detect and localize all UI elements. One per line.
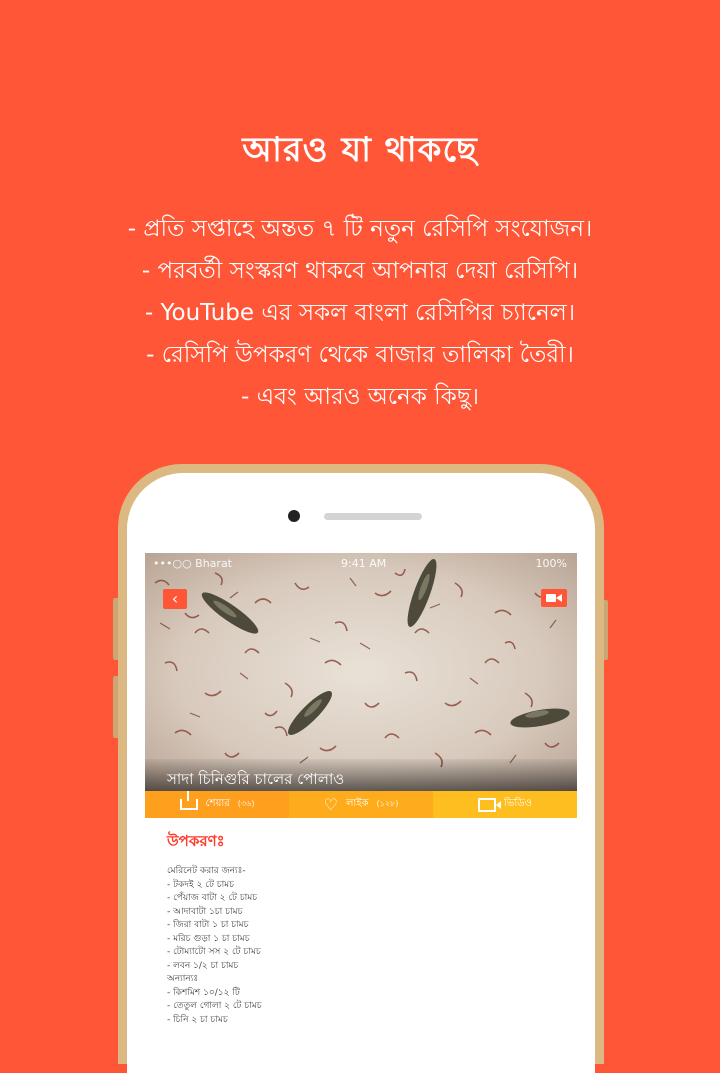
ingredient-item: - জিরা বাটা ১ চা চামচ xyxy=(167,920,249,930)
ingredient-item: - আদাবাটা ১চা চামচ xyxy=(167,906,243,917)
like-label: লাইক xyxy=(345,798,369,809)
feature-item: - পরবর্তী সংস্করণ থাকবে আপনার দেয়া রেসি… xyxy=(141,258,579,284)
ingredient-item: - চিনি ২ চা চামচ xyxy=(167,1014,228,1025)
phone-screen: •••○○ Bharat 9:41 AM 100% ‹ সাদা চিনিগুর… xyxy=(145,553,577,1033)
share-button[interactable]: শেয়ার (৩৬) xyxy=(145,791,289,818)
ingredient-item: - লবন ১/২ চা চামচ xyxy=(167,960,239,971)
chevron-left-icon: ‹ xyxy=(171,589,179,608)
share-count: (৩৬) xyxy=(237,799,255,808)
recipe-title: সাদা চিনিগুরি চালের পোলাও xyxy=(145,759,577,791)
ingredients-section: উপকরণঃ মেরিনেট করার জন্যঃ- - টকদই ২ টে চ… xyxy=(145,818,577,1033)
video-label: ভিডিও xyxy=(504,798,532,809)
video-action-button[interactable]: ভিডিও xyxy=(433,791,577,818)
heart-icon: ♡ xyxy=(323,794,338,814)
video-icon xyxy=(478,797,502,812)
feature-list: - প্রতি সপ্তাহে অন্তত ৭ টি নতুন রেসিপি স… xyxy=(0,208,720,418)
ingredient-item: - টকদই ২ টে চামচ xyxy=(167,879,235,890)
front-camera xyxy=(288,510,300,522)
headline: আরও যা থাকছে xyxy=(242,130,478,170)
ingredient-item: - তেতুল গোলা ২ টে চামচ xyxy=(167,1001,262,1011)
battery-label: 100% xyxy=(535,557,567,570)
like-button[interactable]: ♡ লাইক (১২৮) xyxy=(289,791,433,818)
ingredients-title: উপকরণঃ xyxy=(167,832,225,850)
status-bar: •••○○ Bharat 9:41 AM 100% xyxy=(145,553,577,575)
action-bar: শেয়ার (৩৬) ♡ লাইক (১২৮) ভিডিও xyxy=(145,791,577,818)
video-button[interactable] xyxy=(541,589,567,607)
ingredient-item: - কিশমিশ ১০/১২ টি xyxy=(167,987,240,998)
pulao-image xyxy=(145,553,577,791)
feature-item: - এবং আরও অনেক কিছু। xyxy=(241,384,479,410)
ingredient-item: মেরিনেট করার জন্যঃ- xyxy=(167,866,246,876)
like-count: (১২৮) xyxy=(376,799,399,808)
ingredient-item: অন্যান্যঃ xyxy=(167,974,199,984)
phone-speaker xyxy=(324,513,422,520)
ingredient-item: - মরিচ গুড়া ১ চা চামচ xyxy=(167,933,250,944)
back-button[interactable]: ‹ xyxy=(163,589,187,609)
recipe-photo: •••○○ Bharat 9:41 AM 100% ‹ সাদা চিনিগুর… xyxy=(145,553,577,791)
clock: 9:41 AM xyxy=(341,557,387,570)
ingredient-item: - টোম্যাটো সস ২ টে চামচ xyxy=(167,947,261,957)
feature-item: - YouTube এর সকল বাংলা রেসিপির চ্যানেল। xyxy=(144,300,576,326)
carrier-label: •••○○ Bharat xyxy=(153,557,232,570)
ingredient-item: - পেঁয়াজ বাটা ২ টে চামচ xyxy=(167,893,258,903)
feature-item: - রেসিপি উপকরণ থেকে বাজার তালিকা তৈরী। xyxy=(146,342,574,368)
feature-item: - প্রতি সপ্তাহে অন্তত ৭ টি নতুন রেসিপি স… xyxy=(127,216,593,242)
share-icon xyxy=(179,791,198,810)
ingredients-list: মেরিনেট করার জন্যঃ- - টকদই ২ টে চামচ - প… xyxy=(167,865,555,1027)
share-label: শেয়ার xyxy=(205,798,230,809)
